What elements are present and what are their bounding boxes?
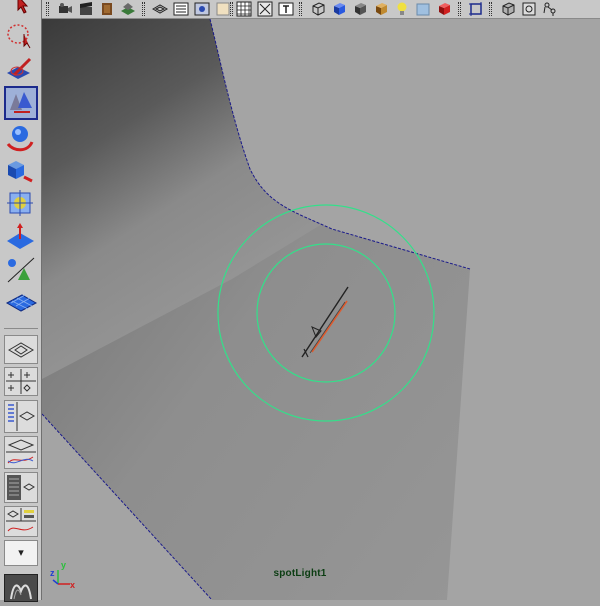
resolution-gate-icon[interactable] [257,1,273,17]
persp-outliner-layout-icon [8,402,36,431]
cube-joint-icon[interactable] [521,1,537,17]
viewport-scene[interactable] [42,19,600,600]
toolbox-divider [4,328,38,329]
viewport-panel[interactable] [42,19,600,600]
axis-y-label: y [61,560,67,570]
batch-render-icon[interactable] [120,1,136,17]
render-icon[interactable] [99,1,115,17]
persp-trax-layout[interactable] [4,506,38,537]
select-tool-icon [17,0,29,14]
axis-x-label: x [70,580,76,590]
move-tool[interactable] [4,86,38,120]
toolbar-separator [46,2,49,16]
toolbar-separator [299,2,302,16]
light-bulb-icon[interactable] [394,1,410,17]
show-manipulator-tool[interactable] [4,254,38,285]
soft-modification-icon [7,223,34,249]
hypershade-layout-icon [7,475,35,500]
persp-outliner-layout[interactable] [4,400,38,433]
single-perspective-layout-icon [8,342,34,358]
axis-z-label: z [50,568,55,578]
persp-trax-layout-icon [6,508,36,532]
four-view-layout-icon [6,369,36,394]
select-tool[interactable] [4,0,38,16]
paint-select-tool[interactable] [4,53,38,84]
axis-indicator: y x z [50,560,76,592]
textured-icon[interactable] [194,1,210,17]
layout-dropdown[interactable]: ▾ [4,540,38,566]
skeleton-icon[interactable] [542,1,558,17]
scale-tool[interactable] [4,155,38,186]
smooth-shading-icon[interactable] [173,1,189,17]
rotate-tool[interactable] [4,122,38,153]
textured-cube-icon[interactable] [373,1,389,17]
movie-clapper-icon[interactable] [78,1,94,17]
blue-cube-icon[interactable] [331,1,347,17]
scale-tool-icon [8,161,33,183]
isolate-icon[interactable] [215,1,231,17]
universal-manipulator[interactable] [4,188,38,219]
lasso-tool[interactable] [4,20,38,51]
camera-icon[interactable] [57,1,73,17]
toolbox: ▾ [0,0,42,602]
transparent-cube-icon[interactable] [415,1,431,17]
toolbar-separator [458,2,461,16]
last-tool-icon [5,294,38,312]
status-toolbar [0,0,600,19]
camera-name-label: spotLight1 [273,568,327,579]
maya-logo-icon [10,584,32,600]
persp-graph-layout[interactable] [4,436,38,469]
xray-cube-icon[interactable] [500,1,516,17]
last-tool[interactable] [4,287,38,318]
paint-select-tool-icon [7,57,32,79]
universal-manipulator-icon [7,190,33,216]
hypershade-layout[interactable] [4,472,38,503]
grid-icon[interactable] [236,1,252,17]
four-view-layout[interactable] [4,367,38,396]
show-manipulator-icon [7,257,35,283]
maya-logo [4,574,38,602]
rotate-tool-icon [6,126,34,152]
red-cube-icon[interactable] [436,1,452,17]
dropdown-arrow-icon: ▾ [18,547,24,559]
shaded-cube-icon[interactable] [352,1,368,17]
toolbar-separator [230,2,233,16]
toolbar-separator [489,2,492,16]
soft-modification-tool[interactable] [4,221,38,252]
wire-cube-icon[interactable] [310,1,326,17]
toolbar-separator [142,2,145,16]
wireframe-shading-icon[interactable] [152,1,168,17]
move-tool-icon [10,92,32,113]
single-perspective-layout[interactable] [4,335,38,364]
lasso-tool-icon [7,24,31,49]
persp-graph-layout-icon [6,439,36,464]
text-icon[interactable] [278,1,294,17]
frame-icon[interactable] [468,1,484,17]
